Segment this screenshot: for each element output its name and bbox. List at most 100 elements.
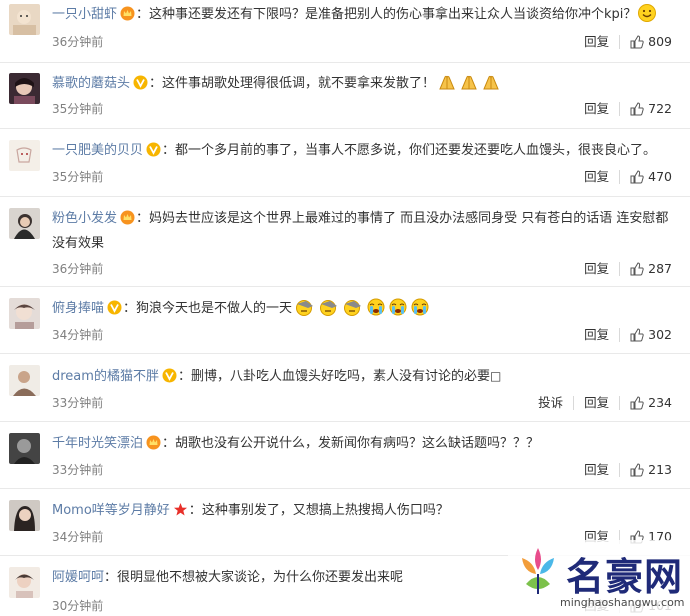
comment-time: 36分钟前: [52, 35, 104, 49]
thumbs-up-icon: [630, 102, 644, 116]
username[interactable]: 一只小甜虾: [52, 7, 117, 22]
thumbs-up-icon: [630, 463, 644, 477]
smile-emoji-icon: [638, 4, 657, 30]
comment-feed: 一只小甜虾 ：这种事还要发还有下限吗？是准备把别人的伤心事拿出来让众人当谈资给你冲…: [0, 0, 690, 616]
comment-time: 36分钟前: [52, 262, 104, 276]
unknown-glyph-icon: □: [489, 369, 502, 383]
divider: [619, 328, 621, 342]
reply-button[interactable]: 回复: [584, 169, 609, 185]
crying-emoji-icon: [388, 298, 408, 324]
username[interactable]: 千年时光笑漂泊: [52, 436, 143, 451]
divider: [619, 262, 621, 276]
like-button[interactable]: 213: [630, 462, 672, 478]
like-count: 213: [648, 462, 672, 477]
like-button[interactable]: 470: [630, 169, 672, 185]
facepalm-emoji-icon: [342, 298, 364, 324]
thumbs-up-icon: [630, 170, 644, 184]
reply-button[interactable]: 回复: [584, 34, 609, 50]
divider: [619, 463, 621, 477]
reply-button[interactable]: 回复: [584, 327, 609, 343]
avatar[interactable]: [9, 208, 40, 239]
like-button[interactable]: 234: [630, 395, 672, 411]
thumbs-up-icon: [630, 35, 644, 49]
pray-emoji-icon: [437, 73, 457, 99]
site-name: 名豪网: [566, 555, 684, 599]
like-count: 287: [648, 261, 672, 276]
like-count: 809: [648, 34, 672, 49]
facepalm-emoji-icon: [318, 298, 340, 324]
comment-time: 35分钟前: [52, 102, 104, 116]
avatar[interactable]: [9, 500, 40, 531]
username[interactable]: 阿媛呵呵: [52, 570, 104, 585]
comment-item: dream的橘猫不胖 ：删博，八卦吃人血馒头好吃吗，素人没有讨论的必要□ 33分钟…: [0, 354, 690, 422]
v-badge-icon: [133, 75, 148, 98]
comment-text: 删博，八卦吃人血馒头好吃吗，素人没有讨论的必要: [190, 369, 490, 384]
username[interactable]: 一只肥美的贝贝: [52, 143, 143, 158]
crown-badge-icon: [120, 210, 135, 233]
username[interactable]: 俯身捧喵: [52, 301, 104, 316]
crying-emoji-icon: [410, 298, 430, 324]
comment-text: 这种事还要发还有下限吗？是准备把别人的伤心事拿出来让众人当谈资给你冲个kpi？: [149, 7, 637, 22]
v-badge-icon: [107, 300, 122, 323]
thumbs-up-icon: [630, 396, 644, 410]
username[interactable]: 粉色小发发: [52, 211, 117, 226]
like-button[interactable]: 809: [630, 34, 672, 50]
like-count: 234: [648, 395, 672, 410]
thumbs-up-icon: [630, 328, 644, 342]
comment-time: 34分钟前: [52, 530, 104, 544]
divider: [619, 170, 621, 184]
reply-button[interactable]: 回复: [584, 261, 609, 277]
username[interactable]: dream的橘猫不胖: [52, 369, 159, 384]
comment-text: 都一个多月前的事了，当事人不愿多说，你们还要发还要吃人血馒头，很丧良心了。: [175, 143, 657, 158]
reply-button[interactable]: 回复: [584, 101, 609, 117]
report-button[interactable]: 投诉: [538, 395, 563, 411]
comment-item: 粉色小发发 ：妈妈去世应该是这个世界上最难过的事情了 而且没办法感同身受 只有苍白…: [0, 197, 690, 287]
comment-text: 这件事胡歌处理得很低调，就不要拿来发散了！: [162, 76, 436, 91]
avatar[interactable]: [9, 433, 40, 464]
crying-emoji-icon: [366, 298, 386, 324]
site-watermark: 名豪网 minghaoshangwu.com: [508, 540, 690, 616]
comment-time: 33分钟前: [52, 396, 104, 410]
avatar[interactable]: [9, 73, 40, 104]
divider: [619, 396, 621, 410]
reply-button[interactable]: 回复: [584, 395, 609, 411]
comment-time: 30分钟前: [52, 599, 104, 613]
like-count: 302: [648, 327, 672, 342]
crown-badge-icon: [120, 6, 135, 29]
like-button[interactable]: 722: [630, 101, 672, 117]
like-button[interactable]: 302: [630, 327, 672, 343]
avatar[interactable]: [9, 298, 40, 329]
comment-time: 33分钟前: [52, 463, 104, 477]
comment-time: 34分钟前: [52, 328, 104, 342]
comment-item: 一只小甜虾 ：这种事还要发还有下限吗？是准备把别人的伤心事拿出来让众人当谈资给你冲…: [0, 0, 690, 63]
like-button[interactable]: 287: [630, 261, 672, 277]
avatar[interactable]: [9, 4, 40, 35]
site-logo-icon: [514, 544, 562, 600]
avatar[interactable]: [9, 365, 40, 396]
comment-time: 35分钟前: [52, 170, 104, 184]
comment-item: 俯身捧喵 ：狗浪今天也是不做人的一天 34分钟前 回复 302: [0, 287, 690, 354]
pray-emoji-icon: [459, 73, 479, 99]
avatar[interactable]: [9, 567, 40, 598]
like-count: 722: [648, 101, 672, 116]
comment-text: 狗浪今天也是不做人的一天: [136, 301, 293, 316]
username[interactable]: 慕歌的蘑菇头: [52, 76, 130, 91]
comment-text: 胡歌也没有公开说什么，发新闻你有病吗？这么缺话题吗？？？: [175, 436, 540, 451]
reply-button[interactable]: 回复: [584, 462, 609, 478]
username[interactable]: Momo咩等岁月静好: [52, 503, 170, 518]
comment-text: 这种事别发了，又想搞上热搜揭人伤口吗？: [201, 503, 449, 518]
comment-item: 慕歌的蘑菇头 ：这件事胡歌处理得很低调，就不要拿来发散了！ 35分钟前 回复 72…: [0, 63, 690, 129]
star-badge-icon: [173, 502, 188, 525]
v-badge-icon: [162, 368, 177, 391]
comment-text: 很明显他不想被大家谈论，为什么你还要发出来呢: [117, 570, 404, 585]
divider: [573, 396, 575, 410]
comment-item: 千年时光笑漂泊 ：胡歌也没有公开说什么，发新闻你有病吗？这么缺话题吗？？？ 33分…: [0, 422, 690, 489]
avatar[interactable]: [9, 140, 40, 171]
divider: [619, 102, 621, 116]
crown-badge-icon: [146, 435, 161, 458]
like-count: 470: [648, 169, 672, 184]
comment-item: 一只肥美的贝贝 ：都一个多月前的事了，当事人不愿多说，你们还要发还要吃人血馒头，很…: [0, 129, 690, 197]
site-url: minghaoshangwu.com: [560, 596, 685, 609]
thumbs-up-icon: [630, 262, 644, 276]
pray-emoji-icon: [481, 73, 501, 99]
